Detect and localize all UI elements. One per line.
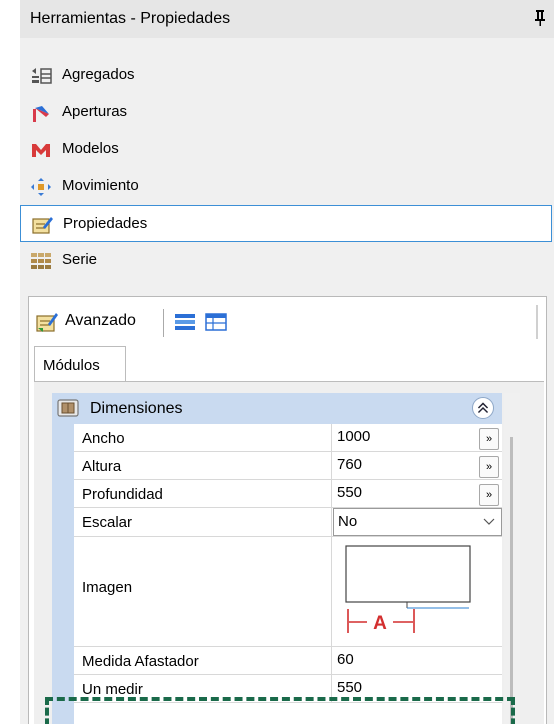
nav-item-propiedades[interactable]: Propiedades: [20, 205, 552, 242]
category-dimensiones[interactable]: Dimensiones: [52, 393, 502, 424]
property-value[interactable]: 550: [337, 484, 362, 501]
properties-panel: Avanzado Módulos Dimensiones Ancho 1000 …: [28, 296, 547, 724]
scrollbar-thumb[interactable]: [510, 437, 513, 724]
advanced-icon[interactable]: [35, 311, 59, 333]
tool-list: Agregados Aperturas Modelos Movimiento P…: [20, 57, 554, 279]
nav-item-label: Serie: [62, 251, 98, 268]
panel-titlebar: Herramientas - Propiedades: [20, 0, 554, 38]
preview-label: A: [373, 613, 387, 634]
nav-item-label: Modelos: [62, 140, 119, 157]
nav-item-label: Movimiento: [62, 177, 139, 194]
property-value[interactable]: 1000: [337, 428, 370, 445]
propiedades-icon: [32, 217, 53, 234]
nav-item-agregados[interactable]: Agregados: [20, 57, 552, 94]
property-value[interactable]: 550: [337, 679, 362, 696]
properties-toolbar: Avanzado: [29, 297, 546, 349]
property-name-cell: Medida Afastador: [74, 647, 332, 674]
ellipsis-button[interactable]: »: [479, 456, 499, 478]
property-name: Un medir: [82, 681, 143, 698]
property-row-imagen[interactable]: Imagen A: [74, 537, 502, 647]
dropdown-value: No: [338, 513, 358, 530]
property-name-cell: Escalar: [74, 508, 332, 536]
property-name-cell: Ancho: [74, 424, 332, 451]
serie-icon: [31, 253, 51, 269]
tab-label: Módulos: [43, 357, 100, 374]
tab-modulos[interactable]: Módulos: [34, 346, 126, 382]
property-name: Ancho: [82, 430, 125, 447]
modelos-icon: [32, 144, 50, 157]
categorized-view-icon[interactable]: [174, 312, 196, 332]
dimensions-icon: [57, 399, 79, 417]
property-name-cell: Altura: [74, 452, 332, 479]
property-grid: Dimensiones Ancho 1000 » Altura 760 » Pr…: [52, 393, 502, 724]
property-name: Altura: [82, 458, 122, 475]
nav-item-label: Agregados: [62, 66, 135, 83]
category-gutter: [52, 424, 74, 724]
panel-title: Herramientas - Propiedades: [30, 10, 231, 27]
property-row-medida-afastador[interactable]: Medida Afastador 60: [74, 647, 502, 675]
toolbar-separator: [163, 309, 164, 337]
nav-item-movimiento[interactable]: Movimiento: [20, 168, 552, 205]
toolbar-scrollbar[interactable]: [536, 305, 538, 339]
nav-item-label: Aperturas: [62, 103, 128, 120]
nav-item-label: Propiedades: [63, 215, 148, 232]
agregados-icon: [32, 68, 52, 84]
property-row-profundidad[interactable]: Profundidad 550 »: [74, 480, 502, 508]
category-label: Dimensiones: [90, 400, 183, 417]
escalar-dropdown[interactable]: No: [333, 508, 502, 536]
property-name-cell: Imagen: [74, 537, 332, 646]
property-value[interactable]: 60: [337, 651, 354, 668]
ellipsis-button[interactable]: »: [479, 428, 499, 450]
nav-item-aperturas[interactable]: Aperturas: [20, 94, 552, 131]
highlight-box: [45, 697, 515, 724]
nav-item-serie[interactable]: Serie: [20, 242, 552, 279]
aperturas-icon: [33, 106, 49, 122]
pin-icon[interactable]: [534, 9, 546, 27]
table-view-icon[interactable]: [205, 312, 227, 332]
property-value[interactable]: 760: [337, 456, 362, 473]
property-name: Escalar: [82, 514, 133, 531]
chevron-down-icon[interactable]: [483, 518, 495, 526]
property-name-cell: Profundidad: [74, 480, 332, 507]
ellipsis-button[interactable]: »: [479, 484, 499, 506]
property-name: Profundidad: [82, 486, 163, 503]
property-row-ancho[interactable]: Ancho 1000 »: [74, 424, 502, 452]
property-row-altura[interactable]: Altura 760 »: [74, 452, 502, 480]
collapse-icon[interactable]: [472, 397, 494, 419]
nav-item-modelos[interactable]: Modelos: [20, 131, 552, 168]
left-margin: [0, 0, 20, 724]
vertical-scrollbar[interactable]: [504, 393, 520, 724]
property-name: Imagen: [82, 579, 133, 596]
property-row-escalar[interactable]: Escalar No: [74, 508, 502, 537]
tab-content: Dimensiones Ancho 1000 » Altura 760 » Pr…: [34, 381, 544, 724]
dimension-preview-image: A: [345, 545, 471, 634]
advanced-label[interactable]: Avanzado: [65, 312, 136, 330]
movimiento-icon: [31, 178, 51, 196]
property-name: Medida Afastador: [82, 653, 199, 670]
tool-panel: Herramientas - Propiedades Agregados Ape…: [20, 0, 554, 724]
